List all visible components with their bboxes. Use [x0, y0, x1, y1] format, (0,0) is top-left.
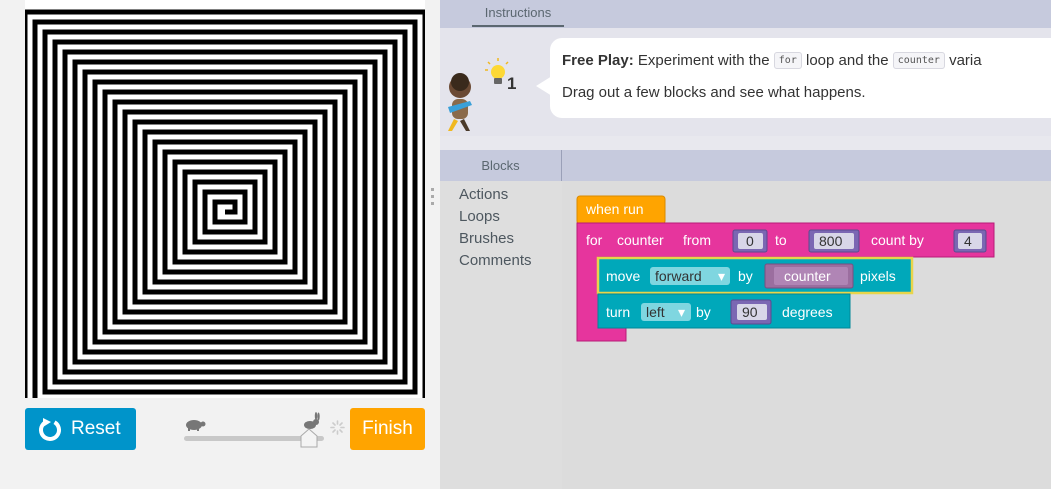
instructions-bubble: Free Play: Experiment with the for loop … [536, 38, 1051, 118]
svg-text:by: by [696, 304, 711, 320]
svg-text:forward: forward [655, 268, 702, 284]
for-variable-dropdown[interactable]: counter [617, 232, 664, 248]
tab-blocks[interactable]: Blocks [440, 150, 562, 181]
svg-text:counter: counter [784, 268, 831, 284]
svg-text:count by: count by [871, 232, 924, 248]
toolbox: Actions Loops Brushes Comments [440, 181, 562, 489]
instructions-panel: 1 Free Play: Experiment with the for loo… [440, 28, 1051, 136]
category-actions[interactable]: Actions [459, 186, 562, 208]
svg-text:when run: when run [585, 201, 644, 217]
svg-text:move: move [606, 268, 640, 284]
category-loops[interactable]: Loops [459, 208, 562, 230]
svg-text:to: to [775, 232, 787, 248]
svg-text:left: left [646, 304, 665, 320]
turtle-icon [182, 416, 206, 432]
count-by-number-input[interactable]: 4 [953, 229, 987, 253]
when-run-block[interactable]: when run [576, 195, 666, 225]
svg-text:90: 90 [742, 304, 758, 320]
svg-text:counter: counter [617, 232, 664, 248]
turn-direction-dropdown[interactable]: left ▾ [641, 303, 691, 321]
svg-text:by: by [738, 268, 753, 284]
category-comments[interactable]: Comments [459, 252, 562, 274]
reset-button[interactable]: Reset [25, 408, 136, 450]
spinner-icon [330, 420, 345, 435]
speed-slider[interactable] [180, 412, 345, 452]
visualization-column: Reset Finish [0, 0, 440, 489]
svg-text:from: from [683, 232, 711, 248]
reset-arrow-icon [37, 416, 63, 442]
instructions-line-2: Drag out a few blocks and see what happe… [562, 84, 866, 101]
to-number-input[interactable]: 800 [808, 229, 860, 253]
instructions-line-1: Free Play: Experiment with the for loop … [562, 52, 982, 69]
svg-text:pixels: pixels [860, 268, 896, 284]
code-counter: counter [892, 52, 945, 69]
svg-text:800: 800 [819, 233, 843, 249]
resize-handle-icon[interactable] [430, 186, 436, 208]
svg-text:for: for [586, 232, 603, 248]
hint-lightbulb-icon[interactable]: 1 [484, 58, 520, 94]
avatar [444, 73, 478, 133]
slider-thumb[interactable] [300, 428, 318, 448]
category-brushes[interactable]: Brushes [459, 230, 562, 252]
svg-text:4: 4 [964, 233, 972, 249]
reset-label: Reset [71, 418, 121, 439]
from-number-input[interactable]: 0 [732, 229, 768, 253]
svg-text:degrees: degrees [782, 304, 833, 320]
spiral-line [25, 9, 425, 398]
hint-count: 1 [507, 74, 516, 93]
finish-button[interactable]: Finish [350, 408, 425, 450]
turn-degrees-input[interactable]: 90 [730, 299, 772, 325]
code-for: for [773, 52, 802, 69]
move-direction-dropdown[interactable]: forward ▾ [650, 267, 730, 285]
drawing-canvas [25, 0, 425, 398]
turn-block[interactable]: turn left ▾ by 90 degrees [597, 293, 851, 329]
move-block[interactable]: move forward ▾ by counter pixels [596, 256, 914, 295]
counter-variable-block[interactable]: counter [764, 263, 854, 289]
program-blocks: when run for counter from 0 to 800 count… [576, 195, 995, 342]
svg-text:0: 0 [746, 233, 754, 249]
spiral-drawing [25, 9, 425, 398]
tab-instructions[interactable]: Instructions [472, 0, 564, 27]
svg-text:▾: ▾ [678, 304, 685, 320]
panel-divider [440, 136, 1051, 150]
blocks-workspace[interactable]: when run for counter from 0 to 800 count… [562, 181, 1051, 489]
svg-text:turn: turn [606, 304, 630, 320]
svg-text:▾: ▾ [718, 268, 725, 284]
